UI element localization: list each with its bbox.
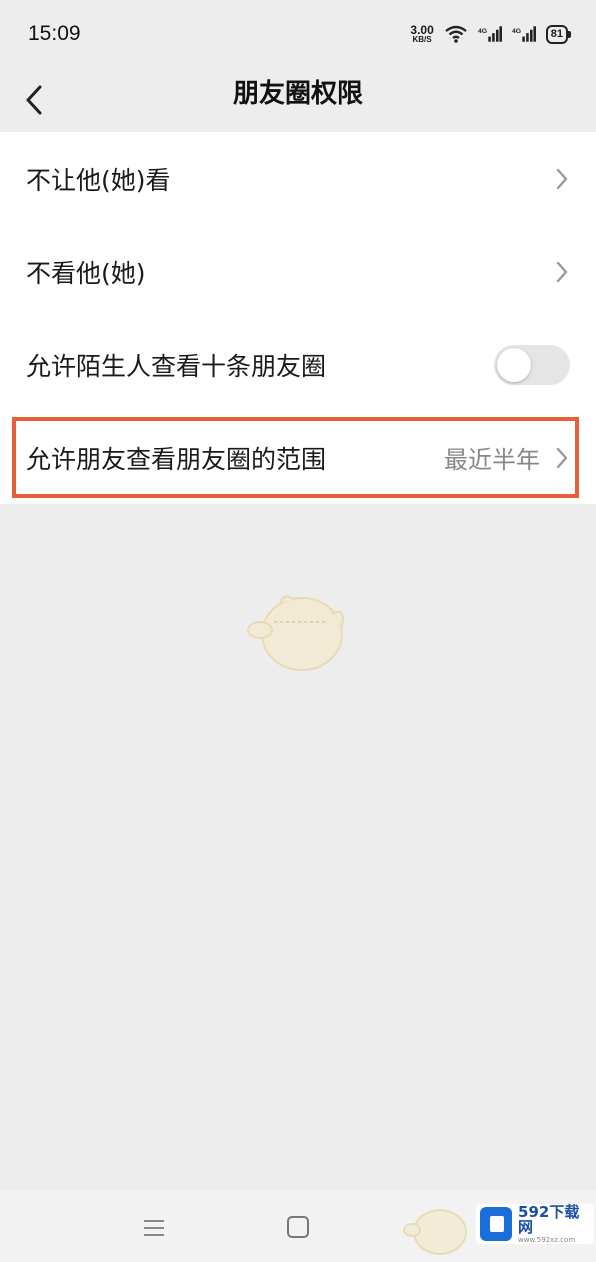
home-icon[interactable]	[287, 1216, 309, 1238]
visible-range-value: 最近半年	[444, 446, 540, 474]
settings-row-label: 允许陌生人查看十条朋友圈	[26, 351, 327, 381]
chevron-right-icon	[556, 261, 568, 282]
chevron-left-icon	[26, 85, 42, 115]
site-logo-icon	[480, 1207, 513, 1241]
cellular-signal-1-icon: 4G	[478, 26, 502, 42]
mascot-watermark-icon	[247, 595, 344, 671]
settings-row-hide-my-moments[interactable]: 不让他(她)看	[0, 132, 596, 225]
menu-icon[interactable]	[140, 1216, 168, 1240]
page-title: 朋友圈权限	[232, 79, 363, 109]
chevron-right-icon	[556, 168, 568, 189]
site-brand: 592下载网	[518, 1202, 580, 1236]
stranger-view-toggle[interactable]	[494, 344, 570, 385]
wifi-icon	[445, 25, 467, 43]
back-button[interactable]	[14, 78, 54, 122]
toggle-knob	[497, 347, 531, 382]
settings-row-right: 最近半年	[444, 440, 570, 475]
settings-row-visible-range[interactable]: 允许朋友查看朋友圈的范围 最近半年	[0, 411, 596, 504]
settings-row-label: 不让他(她)看	[26, 165, 171, 195]
status-time: 15:09	[28, 22, 81, 45]
site-watermark: 592下载网 www.592xz.com	[476, 1204, 594, 1244]
chevron-right-icon	[556, 447, 568, 468]
battery-icon: 81	[545, 24, 572, 44]
site-url: www.592xz.com	[518, 1235, 576, 1244]
site-watermark-text: 592下载网 www.592xz.com	[518, 1202, 590, 1244]
status-bar: 15:09 3.00 KB/S 4G 4G 81	[0, 0, 596, 68]
network-speed-unit: KB/S	[412, 35, 432, 44]
mascot-small-icon	[403, 1209, 467, 1255]
cellular-signal-2-icon: 4G	[512, 26, 536, 42]
settings-row-hide-their-moments[interactable]: 不看他(她)	[0, 225, 596, 318]
nav-bar: 朋友圈权限	[0, 68, 596, 132]
settings-row-label: 允许朋友查看朋友圈的范围	[26, 444, 327, 474]
settings-row-stranger-ten-posts: 允许陌生人查看十条朋友圈	[0, 318, 596, 411]
settings-row-label: 不看他(她)	[26, 258, 146, 288]
signal-1-label: 4G	[478, 28, 487, 35]
status-icons: 3.00 KB/S 4G 4G 81	[410, 24, 572, 44]
settings-list: 不让他(她)看 不看他(她) 允许陌生人查看十条朋友圈 允许朋友查看朋友圈的范围…	[0, 132, 596, 504]
signal-2-label: 4G	[512, 28, 521, 35]
network-speed: 3.00 KB/S	[410, 24, 433, 44]
